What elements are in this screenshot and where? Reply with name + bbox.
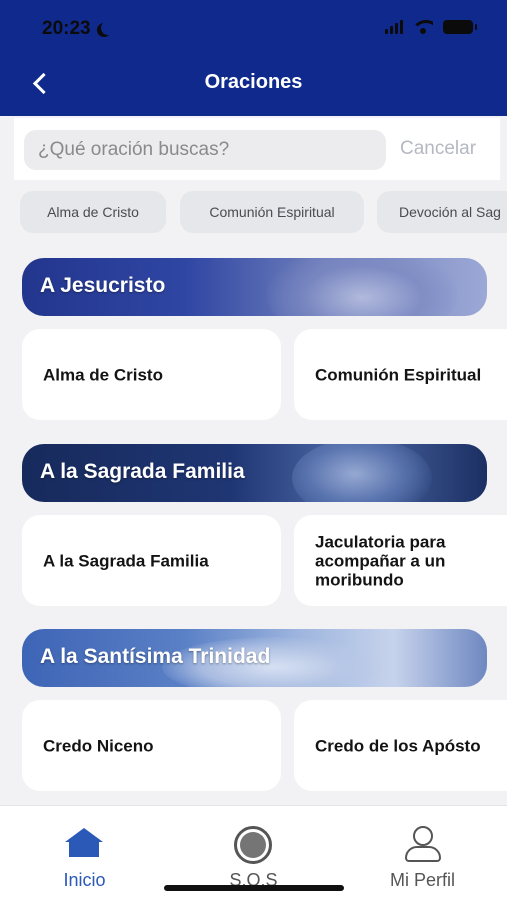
prayer-card-label: A la Sagrada Familia bbox=[43, 551, 209, 570]
chip-comunion-espiritual[interactable]: Comunión Espiritual bbox=[180, 191, 364, 233]
home-indicator bbox=[164, 885, 344, 891]
app-header: 20:23 Oraciones bbox=[0, 0, 507, 116]
cancel-button[interactable]: Cancelar bbox=[400, 138, 476, 160]
signal-icon bbox=[385, 20, 403, 34]
battery-icon bbox=[443, 20, 477, 34]
section-title: A Jesucristo bbox=[40, 274, 166, 297]
moon-icon bbox=[101, 21, 115, 35]
banner-image bbox=[292, 444, 432, 502]
status-time-text: 20:23 bbox=[42, 18, 91, 39]
user-icon bbox=[401, 824, 445, 864]
prayer-card-label: Comunión Espiritual bbox=[315, 365, 482, 384]
chip-alma-de-cristo[interactable]: Alma de Cristo bbox=[20, 191, 166, 233]
section-title: A la Santísima Trinidad bbox=[40, 645, 271, 668]
tab-mi-perfil[interactable]: Mi Perfil bbox=[338, 806, 507, 900]
tab-label: Inicio bbox=[63, 870, 106, 890]
chip-row[interactable]: Alma de Cristo Comunión Espiritual Devoc… bbox=[20, 191, 507, 235]
prayer-card-label: Credo Niceno bbox=[43, 736, 154, 755]
search-input[interactable] bbox=[24, 130, 386, 170]
section-title: A la Sagrada Familia bbox=[40, 460, 245, 483]
section-banner-jesucristo[interactable]: A Jesucristo bbox=[22, 258, 487, 316]
section-banner-sagrada-familia[interactable]: A la Sagrada Familia bbox=[22, 444, 487, 502]
chip-devocion[interactable]: Devoción al Sag bbox=[377, 191, 507, 233]
sos-icon bbox=[232, 824, 276, 864]
prayer-card[interactable]: Alma de Cristo bbox=[22, 329, 281, 420]
prayer-card[interactable]: A la Sagrada Familia bbox=[22, 515, 281, 606]
page-title: Oraciones bbox=[204, 71, 303, 93]
prayer-card-label: Credo de los Apósto bbox=[315, 736, 481, 755]
status-time: 20:23 bbox=[42, 18, 111, 40]
prayer-card-label: Alma de Cristo bbox=[43, 365, 163, 384]
prayer-card[interactable]: Comunión Espiritual bbox=[294, 329, 507, 420]
prayer-card[interactable]: Credo Niceno bbox=[22, 700, 281, 791]
section-banner-santisima-trinidad[interactable]: A la Santísima Trinidad bbox=[22, 629, 487, 687]
prayer-card[interactable]: Credo de los Apósto bbox=[294, 700, 507, 791]
home-icon bbox=[63, 824, 107, 864]
prayer-card[interactable]: Jaculatoria para acompañar a un moribund… bbox=[294, 515, 507, 606]
tab-label: Mi Perfil bbox=[389, 870, 455, 890]
banner-image bbox=[267, 258, 457, 316]
prayer-card-label: Jaculatoria para acompañar a un moribund… bbox=[315, 532, 446, 589]
wifi-icon bbox=[413, 20, 433, 34]
search-panel: Cancelar bbox=[14, 118, 500, 180]
status-icons bbox=[385, 20, 477, 34]
tab-inicio[interactable]: Inicio bbox=[0, 806, 169, 900]
